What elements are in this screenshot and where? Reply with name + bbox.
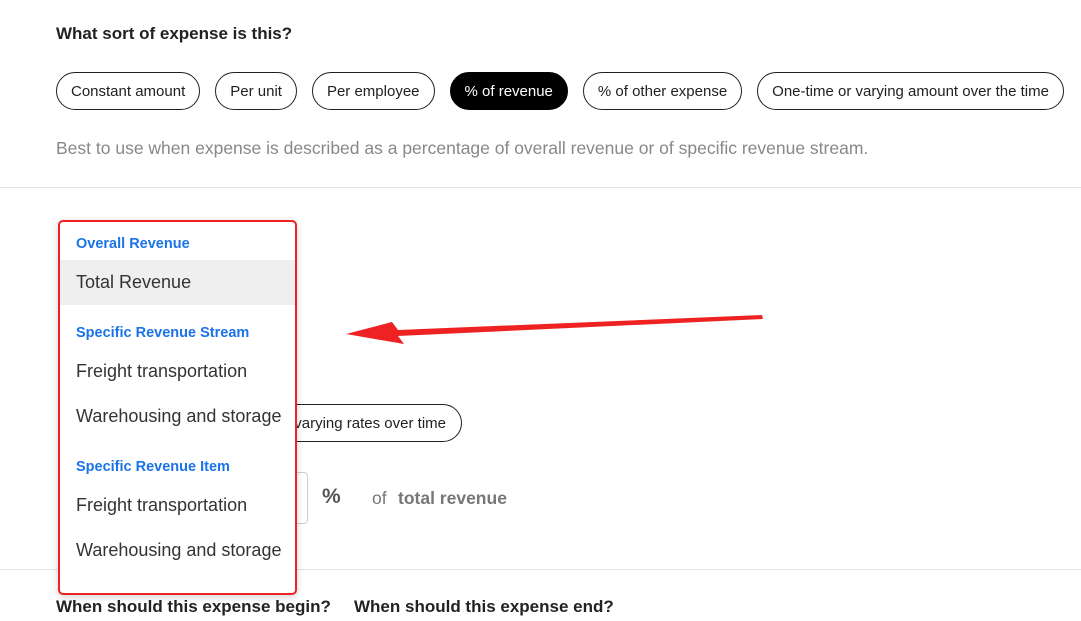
dropdown-item-total-revenue[interactable]: Total Revenue (60, 260, 295, 305)
option-one-time-or-varying[interactable]: One-time or varying amount over the time (757, 72, 1064, 110)
expense-end-question: When should this expense end? (354, 597, 614, 616)
option-per-unit[interactable]: Per unit (215, 72, 297, 110)
expense-type-question: What sort of expense is this? (56, 24, 293, 43)
option-percent-of-other-expense[interactable]: % of other expense (582, 72, 743, 110)
dropdown-item-item-freight[interactable]: Freight transportation (60, 483, 295, 528)
expense-type-options: Constant amount Per unit Per employee % … (56, 72, 1064, 110)
dropdown-group-heading: Specific Revenue Stream (76, 325, 250, 341)
expense-begin-question: When should this expense begin? (56, 597, 331, 616)
revenue-dropdown-menu: Overall Revenue Total Revenue Specific R… (58, 220, 297, 595)
of-label: of (372, 488, 387, 508)
dropdown-item-item-warehousing[interactable]: Warehousing and storage (60, 528, 295, 573)
dropdown-item-stream-warehousing[interactable]: Warehousing and storage (60, 394, 295, 439)
dropdown-group-heading: Specific Revenue Item (76, 459, 230, 475)
revenue-target-label[interactable]: total revenue (398, 488, 507, 509)
option-percent-of-revenue[interactable]: % of revenue (449, 72, 568, 110)
option-per-employee[interactable]: Per employee (311, 72, 435, 110)
dropdown-group-heading: Overall Revenue (76, 236, 190, 252)
section-divider (0, 187, 1081, 188)
option-constant-amount[interactable]: Constant amount (56, 72, 201, 110)
expense-type-helper-text: Best to use when expense is described as… (56, 138, 869, 158)
percent-symbol: % (322, 485, 341, 508)
dropdown-item-stream-freight[interactable]: Freight transportation (60, 349, 295, 394)
